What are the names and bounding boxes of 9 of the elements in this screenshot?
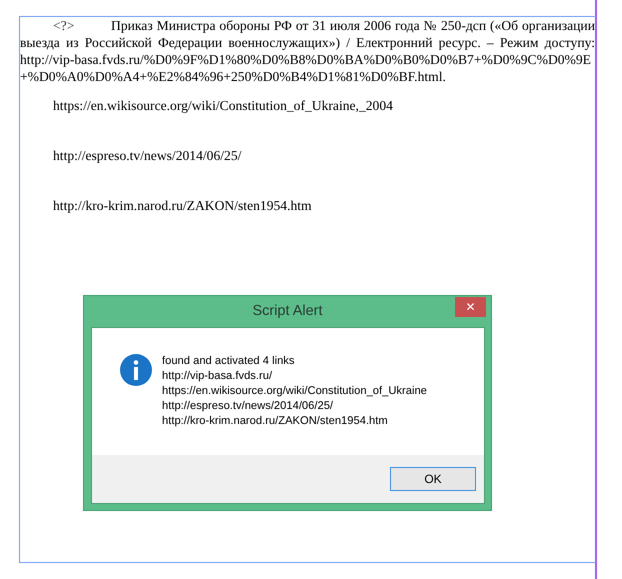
dialog-title: Script Alert	[251, 303, 324, 319]
url-text: https://en.wikisource.org/wiki/Constitution_of_Ukraine,_2004	[53, 98, 393, 113]
url-text: http://espreso.tv/news/2014/06/25/	[53, 148, 242, 163]
ok-button[interactable]: OK	[390, 467, 476, 491]
info-icon	[120, 354, 152, 386]
url-text: http://kro-krim.narod.ru/ZAKON/sten1954.htm	[53, 198, 312, 213]
alert-message: found and activated 4 links http://vip-basa.fvds.ru/ https://en.wikisource.org/wiki/Constitution_of_Ukraine http://espreso.tv/news/2014/06/25/ http://kro-krim.narod.ru/ZAKON/sten1954.htm	[162, 354, 427, 429]
close-button[interactable]: ✕	[455, 297, 486, 317]
reference-paragraph: <?> Приказ Министра обороны РФ от 31 июля 2006 года № 250-дсп («Об организации выезда из Российской Федерации военнослужащих») / Електронний ресурс. – Режим доступу: http://vip-basa.fvds.ru/%D0%9F%D1%80%D0%B8%D0%BA%D0%B0%D0%B7+%D0%9C%D0%9E+%D0%A0%D0%A4+%E2%84%96+250%D0%B4%D1%81%D0%BF.html.	[20, 17, 595, 85]
